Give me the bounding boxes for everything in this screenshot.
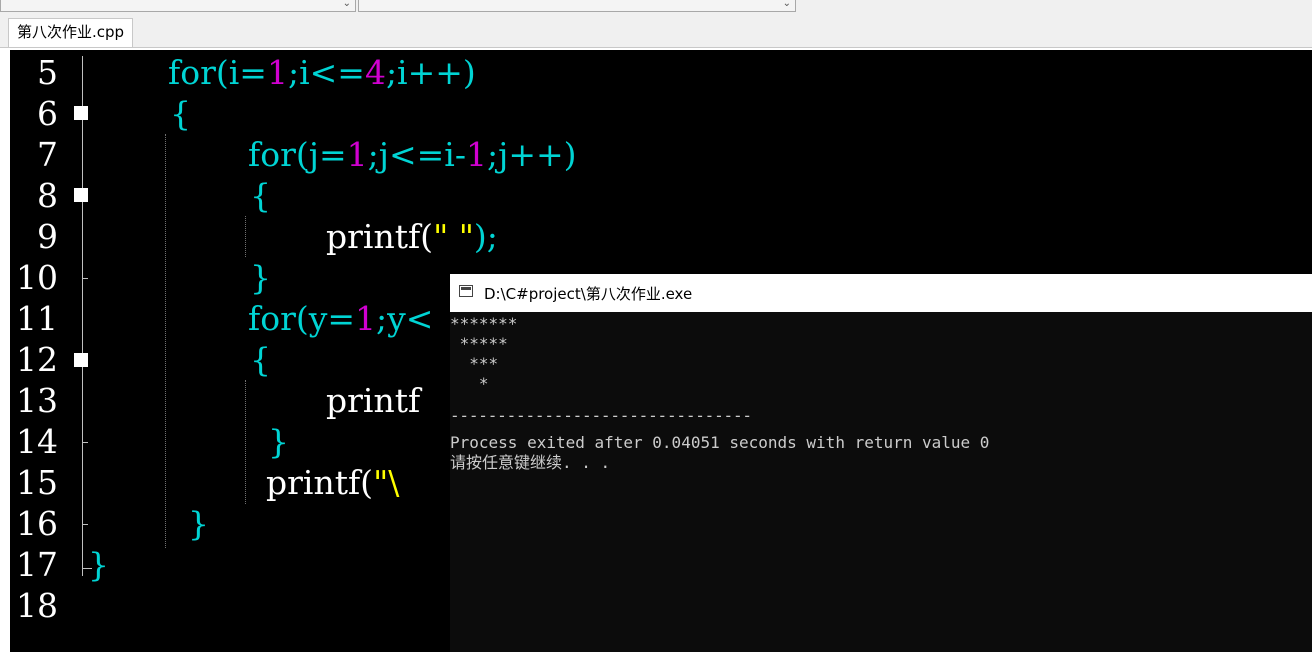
indent-guide: [245, 216, 246, 257]
code-token: ;i<=: [287, 53, 365, 92]
line-number: 16: [16, 504, 58, 543]
console-line: *******: [450, 314, 518, 333]
line-number: 9: [37, 217, 58, 256]
chevron-down-icon[interactable]: ⌄: [343, 0, 351, 11]
console-output[interactable]: ******* ***** *** * --------------------…: [450, 312, 1312, 652]
code-token: (y=: [295, 299, 356, 338]
console-line: Process exited after 0.04051 seconds wit…: [450, 433, 990, 452]
code-line-5: for(i=1;i<=4;i++): [168, 52, 476, 93]
keyword: for: [248, 135, 296, 174]
line-number: 10: [16, 258, 58, 297]
function-call: printf(: [326, 217, 434, 256]
code-line-7: for(j=1;j<=i-1;j++): [248, 134, 577, 175]
code-token: ;j++): [486, 135, 577, 174]
fold-end-marker: [82, 442, 88, 443]
tab-file[interactable]: 第八次作业.cpp: [8, 18, 134, 47]
function-call: printf(: [266, 463, 374, 502]
code-line-10: }: [250, 258, 271, 297]
line-number: 6: [37, 94, 58, 133]
indent-guide: [245, 380, 246, 504]
code-token: ;y<: [376, 299, 434, 338]
line-number: 15: [16, 463, 58, 502]
fold-toggle-icon[interactable]: [74, 188, 88, 202]
number-literal: 1: [346, 135, 368, 174]
code-token: (j=: [295, 135, 347, 174]
code-token: ;i++): [385, 53, 476, 92]
code-line-17: }: [88, 545, 109, 584]
number-literal: 1: [266, 53, 288, 92]
line-number: 17: [16, 545, 58, 584]
line-number: 8: [37, 176, 58, 215]
console-icon: [459, 285, 473, 297]
code-line-14: }: [268, 422, 289, 461]
code-line-8: {: [250, 176, 271, 215]
code-line-12: {: [250, 340, 271, 379]
console-separator: --------------------------------: [450, 406, 752, 425]
code-line-11: for(y=1;y<: [248, 298, 433, 339]
indent-guide: [165, 134, 166, 548]
string-literal: " ": [433, 217, 474, 256]
line-number: 5: [37, 53, 58, 92]
code-token: ;j<=i-: [367, 135, 466, 174]
console-title-bar[interactable]: D:\C#project\第八次作业.exe: [450, 274, 1312, 312]
console-title: D:\C#project\第八次作业.exe: [484, 285, 693, 303]
fold-end-marker: [82, 524, 88, 525]
line-number: 13: [16, 381, 58, 420]
tab-strip: 第八次作业.cpp: [0, 18, 1312, 48]
line-number: 18: [16, 586, 58, 625]
code-token: );: [473, 217, 498, 256]
string-literal: "\: [373, 463, 400, 502]
code-line-16: }: [188, 504, 209, 543]
console-line: *****: [450, 334, 508, 353]
code-line-13: printf: [326, 381, 421, 420]
fold-toggle-icon[interactable]: [74, 106, 88, 120]
fold-end-marker: [82, 278, 88, 279]
console-line: *: [450, 374, 489, 393]
toolbar: ⌄ ⌄: [0, 0, 1312, 18]
function-combo[interactable]: ⌄: [358, 0, 796, 12]
line-number: 7: [37, 135, 58, 174]
scope-combo[interactable]: ⌄: [0, 0, 356, 12]
chevron-down-icon[interactable]: ⌄: [783, 0, 791, 11]
keyword: for: [168, 53, 216, 92]
code-line-6: {: [170, 94, 191, 133]
keyword: for: [248, 299, 296, 338]
line-gutter: 5 6 7 8 9 10 11 12 13 14 15 16 17 18: [10, 50, 92, 652]
code-line-15: printf("\: [266, 462, 399, 503]
line-number: 14: [16, 422, 58, 461]
console-window[interactable]: D:\C#project\第八次作业.exe ******* ***** ***…: [450, 274, 1312, 652]
console-line: 请按任意键继续. . .: [450, 453, 611, 472]
number-literal: 4: [364, 53, 386, 92]
console-line: ***: [450, 354, 499, 373]
code-line-9: printf(" ");: [326, 216, 498, 257]
number-literal: 1: [355, 299, 377, 338]
fold-toggle-icon[interactable]: [74, 353, 88, 367]
code-token: (i=: [215, 53, 267, 92]
line-number: 11: [16, 299, 58, 338]
number-literal: 1: [465, 135, 487, 174]
line-number: 12: [16, 340, 58, 379]
fold-line: [82, 56, 83, 576]
